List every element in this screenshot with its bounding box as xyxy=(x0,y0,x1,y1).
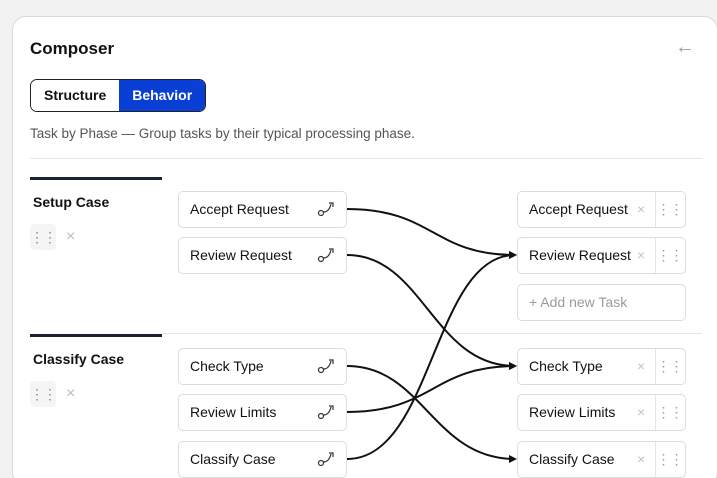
drag-handle-icon[interactable]: ⋮⋮ xyxy=(655,192,684,227)
phase-divider xyxy=(162,333,702,334)
wire-review-request-to-check-type xyxy=(346,254,517,370)
source-task-review-limits[interactable]: Review Limits xyxy=(178,394,347,431)
drag-handle-icon[interactable]: ⋮⋮ xyxy=(30,224,57,250)
wire-check-type-to-classify-case xyxy=(346,365,517,463)
task-label: Review Request xyxy=(529,247,631,263)
target-task-review-limits[interactable]: Review Limits × ⋮⋮ xyxy=(517,394,686,431)
phase-title: Classify Case xyxy=(30,337,162,375)
close-icon[interactable]: × xyxy=(66,385,75,403)
structure-tab[interactable]: Structure xyxy=(31,80,120,111)
close-icon[interactable]: × xyxy=(66,228,75,246)
wire-review-limits-to-check-type xyxy=(346,362,517,413)
close-icon[interactable]: × xyxy=(637,349,645,384)
task-label: Accept Request xyxy=(529,201,628,217)
task-label: Check Type xyxy=(529,358,603,374)
source-task-check-type[interactable]: Check Type xyxy=(178,348,347,385)
task-label: Classify Case xyxy=(190,451,276,467)
close-icon[interactable]: × xyxy=(637,238,645,273)
task-label: Check Type xyxy=(190,358,264,374)
source-task-accept-request[interactable]: Accept Request xyxy=(178,191,347,228)
link-icon[interactable] xyxy=(316,355,340,377)
source-task-review-request[interactable]: Review Request xyxy=(178,237,347,274)
wire-classify-case-to-review-request xyxy=(346,251,517,460)
source-task-classify-case[interactable]: Classify Case xyxy=(178,441,347,478)
description-text: Task by Phase — Group tasks by their typ… xyxy=(30,126,415,141)
divider xyxy=(30,158,702,159)
composer-panel: Composer ← Structure Behavior Task by Ph… xyxy=(12,16,717,478)
phase-classify-case: Classify Case ⋮⋮ × xyxy=(30,334,162,407)
target-task-accept-request[interactable]: Accept Request × ⋮⋮ xyxy=(517,191,686,228)
task-label: Review Limits xyxy=(529,404,616,420)
task-label: Accept Request xyxy=(190,201,289,217)
arrow-left-icon[interactable]: ← xyxy=(673,35,697,59)
close-icon[interactable]: × xyxy=(637,192,645,227)
drag-handle-icon[interactable]: ⋮⋮ xyxy=(655,349,684,384)
phase-setup-case: Setup Case ⋮⋮ × xyxy=(30,177,162,250)
drag-handle-icon[interactable]: ⋮⋮ xyxy=(655,238,684,273)
task-label: Review Limits xyxy=(190,404,277,420)
mode-toggle: Structure Behavior xyxy=(30,79,207,112)
task-label: Classify Case xyxy=(529,451,615,467)
link-icon[interactable] xyxy=(316,198,340,220)
link-icon[interactable] xyxy=(316,401,340,423)
target-task-check-type[interactable]: Check Type × ⋮⋮ xyxy=(517,348,686,385)
add-task-input[interactable]: + Add new Task xyxy=(517,284,686,321)
page-title: Composer xyxy=(30,39,115,58)
drag-handle-icon[interactable]: ⋮⋮ xyxy=(655,395,684,430)
link-icon[interactable] xyxy=(316,448,340,470)
behavior-tab[interactable]: Behavior xyxy=(119,80,206,111)
close-icon[interactable]: × xyxy=(637,442,645,477)
link-icon[interactable] xyxy=(316,244,340,266)
wire-accept-request-to-review-request xyxy=(346,208,517,259)
task-label: Review Request xyxy=(190,247,292,263)
target-task-review-request[interactable]: Review Request × ⋮⋮ xyxy=(517,237,686,274)
target-task-classify-case[interactable]: Classify Case × ⋮⋮ xyxy=(517,441,686,478)
phase-title: Setup Case xyxy=(30,180,162,218)
drag-handle-icon[interactable]: ⋮⋮ xyxy=(30,381,57,407)
drag-handle-icon[interactable]: ⋮⋮ xyxy=(655,442,684,477)
close-icon[interactable]: × xyxy=(637,395,645,430)
